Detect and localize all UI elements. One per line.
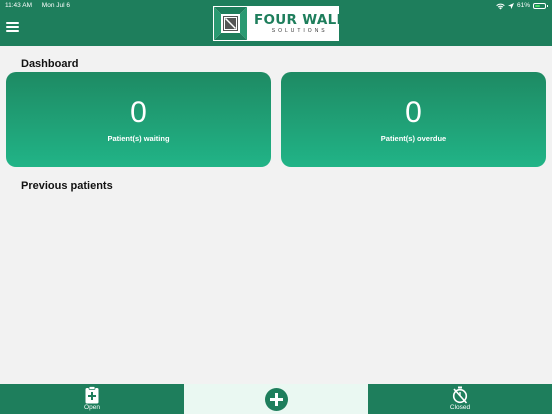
dashboard-title: Dashboard [21,58,79,70]
battery-fill [535,5,541,7]
hamburger-menu-icon[interactable] [6,22,19,32]
waiting-label: Patient(s) waiting [107,134,170,143]
location-arrow-icon [507,3,514,9]
app-header: 11:43 AM Mon Jul 6 61% FOUR WALL SOLUTIO… [0,0,552,46]
waiting-count: 0 [130,96,147,129]
battery-icon [533,3,548,9]
plus-circle-icon [265,388,288,411]
wifi-icon [496,3,505,9]
overdue-count: 0 [405,96,422,129]
four-wall-logo: FOUR WALL SOLUTIONS [213,6,345,41]
battery-percent: 61% [516,2,530,9]
tab-closed-label: Closed [449,404,471,411]
timer-off-icon [452,386,468,404]
logo-main-text: FOUR WALL [254,11,346,28]
status-date: Mon Jul 6 [41,2,70,9]
logo-mark-icon [213,6,248,41]
clipboard-plus-icon [85,386,99,404]
add-patient-tab[interactable] [184,384,368,414]
bottom-tab-bar: Open Closed [0,384,552,414]
overdue-label: Patient(s) overdue [380,134,447,143]
patients-overdue-card[interactable]: 0 Patient(s) overdue [281,72,546,167]
tab-open[interactable]: Open [0,384,184,414]
tab-open-label: Open [84,404,100,411]
logo-sub-text: SOLUTIONS [271,27,328,34]
tab-closed[interactable]: Closed [368,384,552,414]
status-time: 11:43 AM [5,2,32,9]
patients-waiting-card[interactable]: 0 Patient(s) waiting [6,72,271,167]
previous-patients-title: Previous patients [21,180,113,192]
